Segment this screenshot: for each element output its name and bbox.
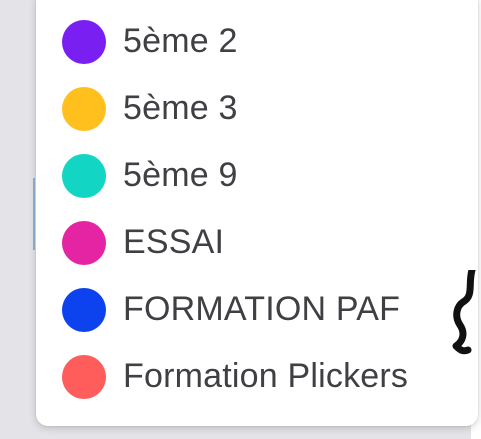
menu-item-5eme-9[interactable]: 5ème 9 bbox=[36, 142, 478, 209]
color-dot-icon bbox=[62, 220, 106, 265]
class-dropdown-menu: 5ème 2 5ème 3 5ème 9 ESSAI FORMATION PAF… bbox=[36, 0, 478, 426]
menu-item-formation-plickers[interactable]: Formation Plickers bbox=[36, 343, 478, 410]
color-dot-icon bbox=[62, 19, 106, 64]
color-dot-icon bbox=[62, 354, 106, 399]
menu-item-label: FORMATION PAF bbox=[123, 290, 401, 328]
menu-item-5eme-2[interactable]: 5ème 2 bbox=[36, 8, 478, 75]
menu-item-5eme-3[interactable]: 5ème 3 bbox=[36, 75, 478, 142]
menu-item-formation-paf[interactable]: FORMATION PAF bbox=[36, 276, 478, 343]
menu-item-label: 5ème 2 bbox=[123, 22, 238, 60]
menu-item-label: ESSAI bbox=[123, 223, 225, 261]
menu-item-label: 5ème 9 bbox=[123, 156, 238, 194]
underlying-input-border bbox=[33, 178, 35, 250]
color-dot-icon bbox=[62, 86, 106, 131]
menu-item-label: Formation Plickers bbox=[123, 357, 409, 395]
color-dot-icon bbox=[62, 153, 106, 198]
color-dot-icon bbox=[62, 287, 106, 332]
menu-item-essai[interactable]: ESSAI bbox=[36, 209, 478, 276]
menu-item-label: 5ème 3 bbox=[123, 89, 238, 127]
scribble-icon bbox=[452, 270, 476, 355]
class-list: 5ème 2 5ème 3 5ème 9 ESSAI FORMATION PAF… bbox=[36, 8, 478, 410]
